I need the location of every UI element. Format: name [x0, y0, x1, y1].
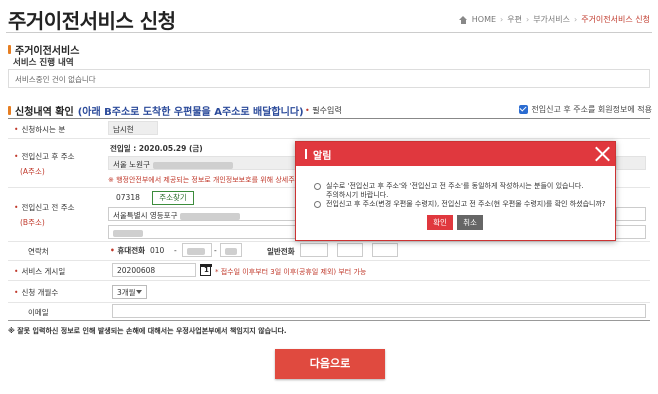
apply-member-info-checkbox[interactable]: [519, 105, 529, 114]
required-legend: • 필수입력: [305, 106, 342, 115]
mobile-prefix[interactable]: 010: [150, 246, 164, 255]
old-address-line1[interactable]: 서울특별시 영등포구: [108, 207, 296, 221]
service-progress-box: 서비스중인 건이 없습니다: [8, 69, 650, 88]
header-divider: [6, 32, 652, 33]
mobile-last-field[interactable]: [220, 243, 242, 257]
phone-last-field[interactable]: [372, 243, 398, 257]
old-address-detail-right[interactable]: [616, 207, 646, 221]
new-address-detail: [616, 156, 646, 170]
page-title: 주거이전서비스 신청: [8, 9, 176, 33]
confirm-button[interactable]: 확인: [427, 215, 453, 230]
breadcrumb-separator: ›: [525, 15, 530, 24]
option2-text: 전입신고 후 주소(변경 우편물 수령지), 전입신고 전 주소(현 우편물 수…: [326, 200, 606, 208]
breadcrumb-post[interactable]: 우편: [507, 14, 522, 25]
radio-confirm-addresses[interactable]: [314, 201, 321, 208]
start-date-label: • 서비스 게시일: [14, 267, 66, 276]
breadcrumb-separator: ›: [500, 15, 504, 24]
email-label: 이메일: [28, 308, 49, 317]
email-field[interactable]: [112, 304, 646, 318]
breadcrumb-separator: ›: [574, 15, 578, 24]
row-divider: [8, 302, 650, 303]
phone-area-field[interactable]: [300, 243, 328, 257]
applicant-name-field: 남시현: [108, 121, 158, 135]
mobile-label: • 휴대전화: [110, 246, 146, 255]
form-top-border: [8, 118, 650, 119]
option1-text: 실수로 '전입신고 후 주소'와 '전입신고 전 주소'를 동일하게 작성하시는…: [326, 182, 584, 199]
service-section-title: 주거이전서비스: [8, 42, 79, 57]
chevron-down-icon: [136, 290, 142, 294]
header-bar-icon: [305, 149, 307, 159]
calendar-icon[interactable]: 1: [199, 263, 212, 276]
home-icon: [458, 15, 468, 24]
row-divider: [8, 280, 650, 281]
section-bullet-icon: [8, 45, 11, 54]
new-address-line1: 서울 노원구: [108, 156, 296, 170]
mobile-middle-field[interactable]: [182, 243, 212, 257]
alert-modal-title: 알림: [313, 151, 332, 162]
next-button[interactable]: 다음으로: [275, 349, 385, 379]
row-divider: [8, 138, 650, 139]
radio-same-address-warning[interactable]: [314, 183, 321, 190]
breadcrumb: HOME › 우편 › 부가서비스 › 주거이전서비스 신청: [458, 14, 650, 25]
row-divider: [8, 260, 650, 261]
months-label: • 신청 개월수: [14, 288, 59, 297]
new-address-note: ※ 행정안전부에서 제공되는 정보로 개인정보보호를 위해 상세주소를: [108, 176, 308, 184]
new-address-label: • 전입신고 후 주소 (A주소): [14, 152, 75, 176]
contact-label: 연락처: [28, 247, 49, 256]
old-address-zipcode: 07318: [116, 193, 140, 202]
applicant-label: • 신청하시는 분: [14, 125, 66, 134]
start-date-field[interactable]: 20200608: [112, 263, 196, 277]
alert-modal-header: 알림: [296, 142, 615, 166]
breadcrumb-home[interactable]: HOME: [472, 15, 496, 24]
liability-notice: ※ 잘못 입력하신 정보로 인해 발생되는 손해에 대해서는 우정사업본부에서 …: [8, 327, 287, 335]
phone-middle-field[interactable]: [337, 243, 363, 257]
application-title-highlight: (아래 B주소로 도착한 우편물을 A주소로 배달합니다): [77, 107, 304, 118]
application-section-title: 신청내역 확인 (아래 B주소로 도착한 우편물을 A주소로 배달합니다): [8, 103, 304, 118]
mobile-dash: -: [214, 246, 217, 255]
apply-to-member-info[interactable]: 전입신고 후 주소를 회원정보에 적용: [519, 104, 652, 115]
old-address-label: • 전입신고 전 주소 (B주소): [14, 203, 75, 227]
section-bullet-icon: [8, 106, 11, 115]
alert-modal: 알림 실수로 '전입신고 후 주소'와 '전입신고 전 주소'를 동일하게 작성…: [295, 141, 616, 241]
service-progress-subtitle: 서비스 진행 내역: [13, 58, 74, 68]
mobile-dash: -: [174, 246, 177, 255]
start-date-note: * 접수일 이후부터 3일 이후(공휴일 제외) 부터 가능: [215, 268, 367, 276]
row-divider: [8, 241, 650, 242]
find-address-button[interactable]: 주소찾기: [152, 191, 194, 205]
move-in-date: 전입일 : 2020.05.29 (금): [110, 144, 203, 153]
phone-label: 일반전화: [267, 247, 295, 256]
close-icon[interactable]: [591, 142, 613, 166]
months-select[interactable]: 3개월: [112, 285, 147, 299]
breadcrumb-extra-services[interactable]: 부가서비스: [533, 14, 570, 25]
form-bottom-border: [8, 320, 650, 321]
cancel-button[interactable]: 취소: [457, 215, 483, 230]
breadcrumb-current: 주거이전서비스 신청: [581, 15, 650, 24]
